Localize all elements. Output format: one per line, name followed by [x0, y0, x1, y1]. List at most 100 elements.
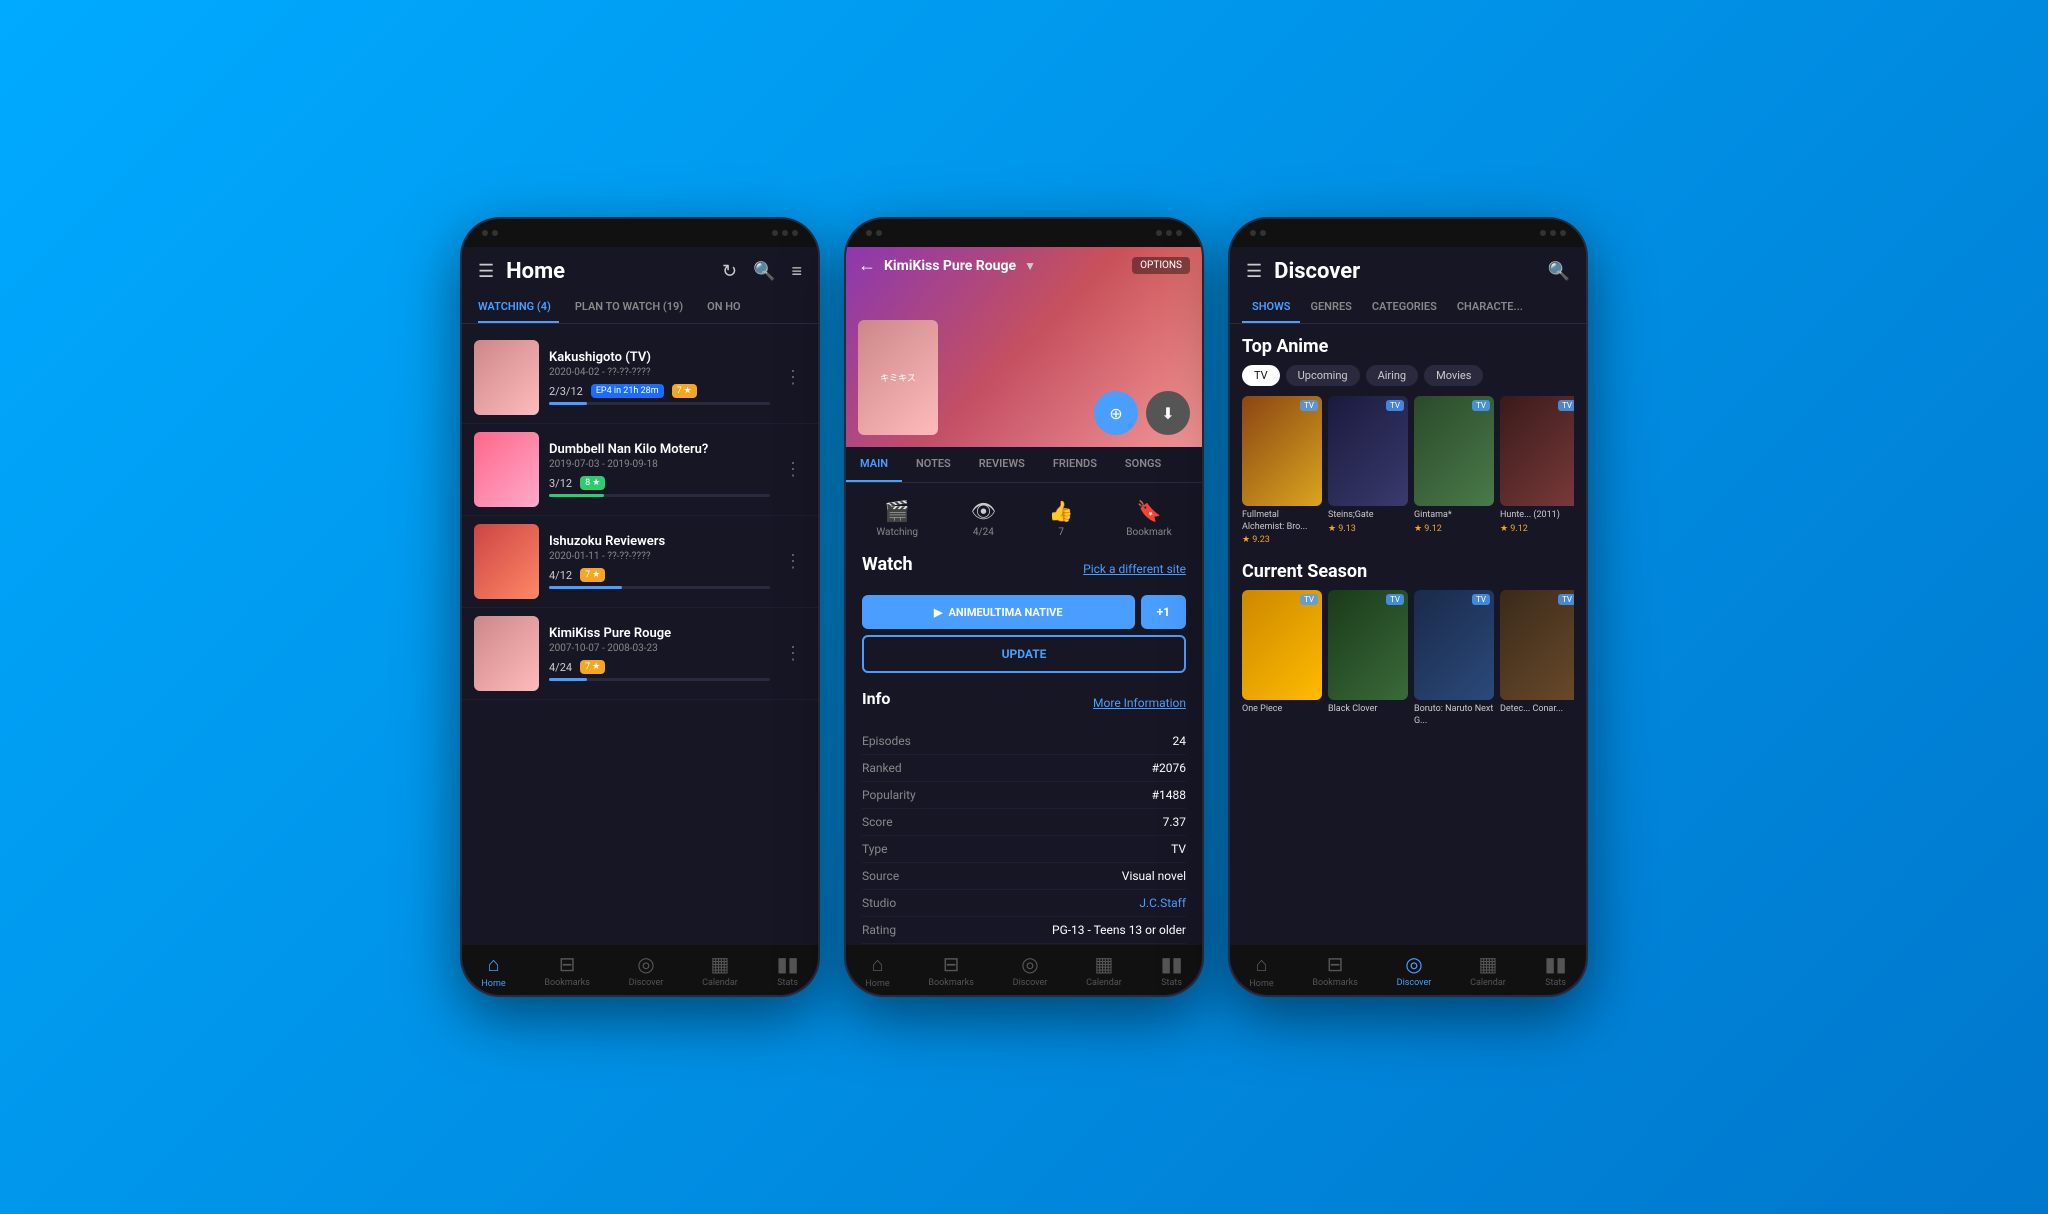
tab-main[interactable]: MAIN [846, 447, 902, 482]
info-key: Studio [862, 896, 896, 910]
nav-home-label: Home [1249, 979, 1273, 989]
stats-icon: ▮▮ [1161, 952, 1183, 976]
more-button[interactable]: ⋮ [780, 547, 806, 576]
nav-bookmarks[interactable]: ⊟ Bookmarks [928, 952, 973, 988]
download-button[interactable]: ⬇ [1146, 391, 1190, 435]
menu-icon[interactable]: ☰ [1246, 261, 1262, 282]
nav-home[interactable]: ⌂ Home [481, 952, 505, 989]
list-item[interactable]: Ishuzoku Reviewers 2020-01-11 - ??-??-??… [462, 516, 818, 608]
anime-card-thumb-detect: TV [1500, 590, 1574, 700]
anime-name: Ishuzoku Reviewers [549, 534, 770, 549]
chip-tv[interactable]: TV [1242, 365, 1280, 386]
more-button[interactable]: ⋮ [780, 363, 806, 392]
nav-calendar[interactable]: ▦ Calendar [1470, 952, 1506, 988]
nav-stats[interactable]: ▮▮ Stats [1545, 952, 1567, 988]
list-item[interactable]: Dumbbell Nan Kilo Moteru? 2019-07-03 - 2… [462, 424, 818, 516]
anime-card-detect[interactable]: TV Detec... Conar... [1500, 590, 1574, 729]
info-key: Source [862, 869, 899, 883]
nav-discover-label: Discover [1397, 978, 1432, 988]
home-header: ☰ Home ↻ 🔍 ≡ [462, 247, 818, 292]
menu-icon[interactable]: ☰ [478, 261, 494, 282]
tab-plan-watch[interactable]: PLAN TO WATCH (19) [575, 292, 691, 323]
thumbs-up-icon: 👍 [1049, 499, 1074, 523]
options-button[interactable]: OPTIONS [1132, 257, 1190, 274]
nav-bookmarks[interactable]: ⊟ Bookmarks [544, 952, 589, 988]
anime-card-rating: ★ 9.23 [1242, 535, 1322, 545]
nav-home-label: Home [481, 979, 505, 989]
dropdown-icon[interactable]: ▼ [1024, 259, 1036, 273]
watch-plus-button[interactable]: +1 [1141, 595, 1186, 629]
nav-home[interactable]: ⌂ Home [865, 952, 889, 989]
nav-calendar[interactable]: ▦ Calendar [1086, 952, 1122, 988]
nav-home[interactable]: ⌂ Home [1249, 952, 1273, 989]
anime-card-onepiece[interactable]: TV One Piece [1242, 590, 1322, 729]
info-val-studio-link[interactable]: J.C.Staff [1139, 896, 1186, 910]
nav-discover[interactable]: ◎ Discover [1013, 952, 1048, 988]
search-icon[interactable]: 🔍 [753, 261, 775, 282]
tab-genres[interactable]: GENRES [1300, 292, 1361, 323]
anime-info-kakushigoto: Kakushigoto (TV) 2020-04-02 - ??-??-????… [549, 350, 770, 405]
tab-categories[interactable]: CATEGORIES [1362, 292, 1447, 323]
update-button[interactable]: UPDATE [862, 635, 1186, 673]
list-item[interactable]: Kakushigoto (TV) 2020-04-02 - ??-??-????… [462, 332, 818, 424]
chip-movies[interactable]: Movies [1424, 365, 1483, 386]
more-button[interactable]: ⋮ [780, 455, 806, 484]
nav-discover[interactable]: ◎ Discover [1397, 952, 1432, 988]
anime-card-badge: TV [1472, 594, 1490, 605]
discover-icon: ◎ [637, 952, 654, 976]
progress-bar [549, 678, 770, 681]
pick-site-link[interactable]: Pick a different site [1083, 562, 1186, 576]
filter-icon[interactable]: ≡ [791, 261, 802, 282]
tab-songs[interactable]: SONGS [1111, 447, 1175, 482]
watch-main-button[interactable]: ▶ ANIMEULTIMA NATIVE [862, 595, 1135, 629]
chip-airing[interactable]: Airing [1366, 365, 1419, 386]
tab-characters[interactable]: CHARACTE... [1447, 292, 1533, 323]
more-info-link[interactable]: More Information [1093, 696, 1186, 710]
search-icon[interactable]: 🔍 [1548, 261, 1570, 282]
anime-card-fma[interactable]: TV Fullmetal Alchemist: Bro... ★ 9.23 [1242, 396, 1322, 545]
notch-dots-right [1540, 230, 1566, 236]
bookmark-item[interactable]: 🔖 Bookmark [1126, 499, 1171, 538]
cast-button[interactable]: ⊕ [1094, 391, 1138, 435]
notch-dots-right [772, 230, 798, 236]
bookmarks-icon: ⊟ [1327, 952, 1344, 976]
tab-reviews[interactable]: REVIEWS [965, 447, 1039, 482]
info-val: 7.37 [1163, 815, 1186, 829]
back-button[interactable]: ← [858, 255, 876, 276]
anime-card-steins[interactable]: TV Steins;Gate ★ 9.13 [1328, 396, 1408, 545]
anime-card-boruto[interactable]: TV Boruto: Naruto Next G... [1414, 590, 1494, 729]
refresh-icon[interactable]: ↻ [722, 261, 737, 282]
nav-discover-label: Discover [629, 978, 664, 988]
anime-card-rating: ★ 9.12 [1500, 524, 1574, 534]
info-title: Info [862, 689, 890, 708]
info-key: Episodes [862, 734, 911, 748]
nav-bookmarks[interactable]: ⊟ Bookmarks [1312, 952, 1357, 988]
bookmark-icon: 🔖 [1137, 499, 1162, 523]
watch-main-label: ANIMEULTIMA NATIVE [948, 606, 1062, 619]
discover-content: Top Anime TV Upcoming Airing Movies TV F… [1230, 324, 1586, 932]
nav-stats[interactable]: ▮▮ Stats [1161, 952, 1183, 988]
tab-on-hold[interactable]: ON HO [707, 292, 748, 323]
likes-item[interactable]: 👍 7 [1049, 499, 1074, 538]
anime-card-hunt[interactable]: TV Hunte... (2011) ★ 9.12 [1500, 396, 1574, 545]
current-season-grid: TV One Piece TV Black Clover [1242, 590, 1574, 729]
more-button[interactable]: ⋮ [780, 639, 806, 668]
watching-label: Watching [876, 527, 918, 538]
chip-upcoming[interactable]: Upcoming [1286, 365, 1360, 386]
nav-stats[interactable]: ▮▮ Stats [777, 952, 799, 988]
nav-discover[interactable]: ◎ Discover [629, 952, 664, 988]
anime-ep: 4/12 [549, 569, 572, 582]
tab-friends[interactable]: FRIENDS [1039, 447, 1111, 482]
tab-shows[interactable]: SHOWS [1242, 292, 1300, 323]
nav-calendar[interactable]: ▦ Calendar [702, 952, 738, 988]
info-key: Type [862, 842, 888, 856]
list-item[interactable]: KimiKiss Pure Rouge 2007-10-07 - 2008-03… [462, 608, 818, 700]
anime-card-badge: TV [1472, 400, 1490, 411]
tab-notes[interactable]: NOTES [902, 447, 965, 482]
anime-card-blackclover[interactable]: TV Black Clover [1328, 590, 1408, 729]
anime-card-gintama[interactable]: TV Gintama* ★ 9.12 [1414, 396, 1494, 545]
info-row-score: Score 7.37 [862, 809, 1186, 836]
detail-hero: ← KimiKiss Pure Rouge ▼ OPTIONS キミキス ⊕ ⬇ [846, 247, 1202, 447]
tab-watching[interactable]: WATCHING (4) [478, 292, 559, 323]
anime-date: 2019-07-03 - 2019-09-18 [549, 459, 770, 470]
